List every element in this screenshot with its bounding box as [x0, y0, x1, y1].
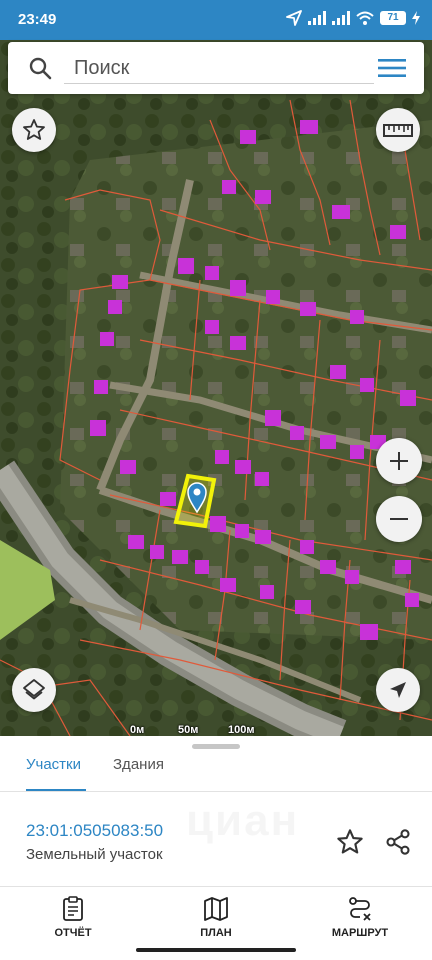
satellite-map-background [0, 40, 432, 736]
favorite-star-icon[interactable] [336, 828, 364, 856]
parcel-type: Земельный участок [26, 846, 163, 863]
status-icons: 71 [286, 10, 420, 26]
nav-report[interactable]: ОТЧЁТ [18, 896, 128, 939]
map-plan-icon [204, 897, 228, 921]
my-location-button[interactable] [376, 668, 420, 712]
system-gesture-bar[interactable] [136, 948, 296, 952]
tabs-divider [0, 791, 432, 792]
parcel-bottom-sheet: Участки Здания циан 23:01:0505083:50 Зем… [0, 736, 432, 960]
route-icon [349, 897, 371, 921]
wifi-icon [356, 11, 374, 25]
layers-icon [23, 679, 45, 700]
zoom-out-icon [390, 518, 408, 520]
tab-parcels[interactable]: Участки [26, 756, 81, 773]
scale-label-0: 0м [130, 724, 145, 736]
nav-route[interactable]: МАРШРУТ [305, 896, 415, 939]
active-tab-indicator [26, 789, 86, 791]
navigation-arrow-icon [390, 682, 406, 698]
zoom-in-button[interactable] [376, 438, 422, 484]
layers-button[interactable] [12, 668, 56, 712]
sheet-drag-handle[interactable] [192, 744, 240, 749]
map-scale: 0м 50м 100м [130, 724, 255, 736]
favorite-star-icon [23, 119, 45, 140]
scale-label-50: 50м [178, 724, 199, 736]
charging-icon [412, 11, 420, 25]
cadastral-map[interactable]: 0м 50м 100м [0, 40, 432, 736]
tab-buildings[interactable]: Здания [113, 756, 164, 773]
hamburger-menu-icon[interactable] [378, 58, 406, 78]
ruler-icon [383, 124, 413, 137]
parcel-cadastral-number[interactable]: 23:01:0505083:50 [26, 821, 163, 841]
status-bar: 23:49 71 [0, 0, 432, 40]
nav-plan-label: ПЛАН [200, 927, 232, 939]
search-input[interactable] [64, 54, 374, 84]
location-arrow-icon [286, 10, 302, 26]
scale-label-100: 100м [228, 724, 255, 736]
battery-percent: 71 [380, 11, 406, 25]
ruler-button[interactable] [376, 108, 420, 152]
zoom-out-button[interactable] [376, 496, 422, 542]
favorite-star-button[interactable] [12, 108, 56, 152]
signal-icon [308, 11, 326, 25]
nav-route-label: МАРШРУТ [331, 927, 389, 939]
zoom-in-icon [390, 452, 408, 470]
bottom-nav-divider [0, 886, 432, 887]
search-icon[interactable] [28, 56, 52, 80]
watermark-logo: циан [186, 796, 299, 846]
nav-plan[interactable]: ПЛАН [161, 896, 271, 939]
share-icon[interactable] [384, 828, 412, 856]
status-time: 23:49 [18, 11, 57, 28]
search-bar [8, 42, 424, 94]
battery-icon: 71 [380, 11, 406, 25]
clipboard-report-icon [63, 896, 83, 921]
signal-icon [332, 11, 350, 25]
nav-report-label: ОТЧЁТ [54, 927, 92, 939]
